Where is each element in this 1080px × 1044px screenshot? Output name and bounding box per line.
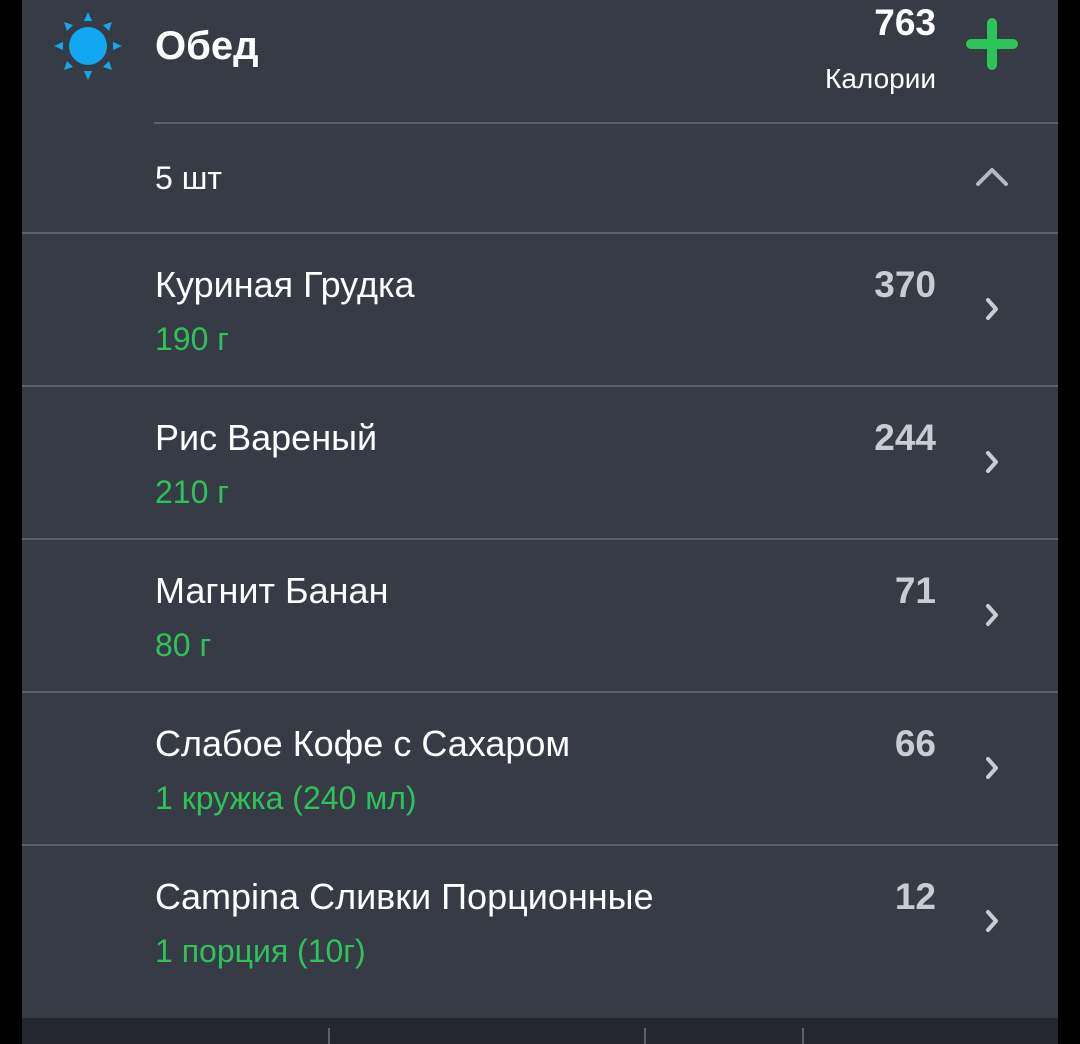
meal-card: Обед 763 Калории 5 шт Куриная Грудка 190… [22, 0, 1058, 1020]
chevron-right-icon [986, 910, 998, 932]
food-name: Магнит Банан [155, 570, 389, 611]
food-item[interactable]: Слабое Кофе с Сахаром 1 кружка (240 мл) … [22, 691, 1058, 844]
chevron-right-icon [986, 451, 998, 473]
food-name: Campina Сливки Порционные [155, 876, 654, 917]
chevron-right-icon [986, 604, 998, 626]
food-name: Слабое Кофе с Сахаром [155, 723, 571, 764]
food-name: Рис Вареный [155, 417, 378, 458]
food-calories: 66 [894, 723, 936, 764]
food-amount: 1 кружка (240 мл) [155, 780, 417, 816]
toolbar-divider [328, 1028, 330, 1044]
item-count-toggle[interactable]: 5 шт [22, 124, 1058, 232]
food-calories: 370 [874, 264, 936, 305]
food-amount: 80 г [155, 627, 212, 663]
item-count-label: 5 шт [155, 160, 223, 196]
meal-header: Обед 763 Калории [22, 0, 1058, 123]
food-item[interactable]: Campina Сливки Порционные 1 порция (10г)… [22, 844, 1058, 997]
food-item[interactable]: Куриная Грудка 190 г 370 [22, 232, 1058, 385]
food-amount: 190 г [155, 321, 229, 357]
food-item[interactable]: Магнит Банан 80 г 71 [22, 538, 1058, 691]
food-calories: 12 [894, 876, 936, 917]
food-list: Куриная Грудка 190 г 370 Рис Вареный 210… [22, 232, 1058, 997]
food-calories: 71 [894, 570, 936, 611]
meal-title: Обед [155, 24, 259, 68]
chevron-up-icon[interactable] [974, 164, 1010, 188]
toolbar-divider [802, 1028, 804, 1044]
food-calories: 244 [874, 417, 936, 458]
sun-icon [54, 12, 122, 80]
food-amount: 210 г [155, 474, 229, 510]
toolbar-divider [644, 1028, 646, 1044]
chevron-right-icon [986, 298, 998, 320]
calories-label: Калории [825, 63, 936, 94]
chevron-right-icon [986, 757, 998, 779]
bottom-toolbar [22, 1018, 1058, 1044]
food-item[interactable]: Рис Вареный 210 г 244 [22, 385, 1058, 538]
total-calories: 763 [874, 2, 936, 43]
food-name: Куриная Грудка [155, 264, 415, 305]
plus-icon[interactable] [962, 14, 1022, 74]
food-amount: 1 порция (10г) [155, 933, 366, 969]
